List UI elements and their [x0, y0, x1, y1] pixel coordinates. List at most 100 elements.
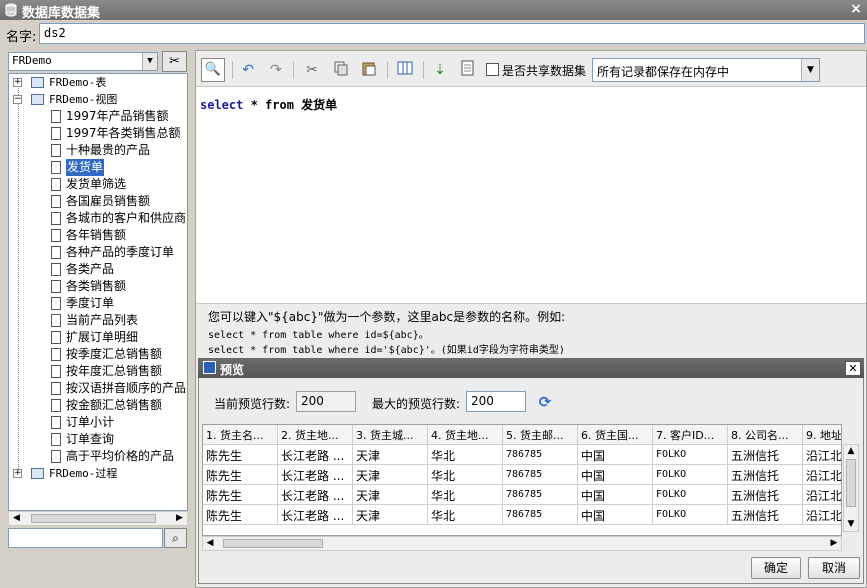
refresh-icon[interactable]: ⟳	[536, 393, 554, 411]
scroll-right-icon[interactable]: ▶	[827, 537, 841, 550]
expand-icon[interactable]: +	[13, 469, 22, 478]
column-header[interactable]: 6. 货主国...	[578, 425, 653, 445]
tree-search-button[interactable]: ⌕	[164, 528, 187, 548]
max-rows-input[interactable]: 200	[466, 391, 526, 412]
scroll-thumb[interactable]	[846, 459, 856, 507]
table-cell[interactable]: 五洲信托	[728, 485, 803, 505]
table-cell[interactable]: 中国	[578, 445, 653, 465]
table-cell[interactable]: 五洲信托	[728, 505, 803, 525]
tree-item[interactable]: 季度订单	[9, 295, 187, 312]
table-cell[interactable]: FOLKO	[653, 445, 728, 465]
paste-icon[interactable]	[359, 60, 379, 80]
scroll-thumb[interactable]	[223, 539, 323, 548]
tree-item[interactable]: + FRDemo-表	[9, 74, 187, 91]
dropdown-arrow-icon[interactable]: ▼	[142, 53, 157, 70]
tree-item[interactable]: 各种产品的季度订单	[9, 244, 187, 261]
column-header[interactable]: 8. 公司名...	[728, 425, 803, 445]
tree-item[interactable]: 发货单筛选	[9, 176, 187, 193]
tree-search-input[interactable]	[8, 528, 163, 548]
table-cell[interactable]: 中国	[578, 485, 653, 505]
table-cell[interactable]: 中国	[578, 465, 653, 485]
preview-button[interactable]: 🔍	[201, 58, 225, 82]
tree-horizontal-scrollbar[interactable]: ◀ ▶	[8, 511, 188, 526]
table-cell[interactable]: 786785	[503, 485, 578, 505]
tree-item[interactable]: 各年销售额	[9, 227, 187, 244]
tree-item[interactable]: 十种最贵的产品	[9, 142, 187, 159]
tree-item[interactable]: 当前产品列表	[9, 312, 187, 329]
tree-item[interactable]: 按金额汇总销售额	[9, 397, 187, 414]
column-header[interactable]: 4. 货主地...	[428, 425, 503, 445]
scroll-up-icon[interactable]: ▲	[844, 445, 858, 458]
scroll-right-icon[interactable]: ▶	[172, 512, 187, 525]
tools-button[interactable]: ✂	[162, 51, 187, 72]
tree-item[interactable]: − FRDemo-视图	[9, 91, 187, 108]
table-cell[interactable]: FOLKO	[653, 465, 728, 485]
table-cell[interactable]: 华北	[428, 465, 503, 485]
database-select[interactable]: FRDemo ▼	[8, 52, 158, 71]
table-cell[interactable]: 天津	[353, 465, 428, 485]
table-cell[interactable]: 786785	[503, 445, 578, 465]
table-horizontal-scrollbar[interactable]: ◀ ▶	[202, 536, 842, 551]
table-cell[interactable]: 长江老路 ...	[278, 485, 353, 505]
dropdown-arrow-icon[interactable]: ▼	[801, 59, 819, 81]
tree-item[interactable]: 按季度汇总销售额	[9, 346, 187, 363]
table-cell[interactable]: 五洲信托	[728, 465, 803, 485]
table-cell[interactable]: 华北	[428, 445, 503, 465]
column-header[interactable]: 7. 客户ID...	[653, 425, 728, 445]
tree-item[interactable]: 各类产品	[9, 261, 187, 278]
tree-item[interactable]: 1997年各类销售总额	[9, 125, 187, 142]
expand-icon[interactable]: +	[13, 78, 22, 87]
tree-item[interactable]: 1997年产品销售额	[9, 108, 187, 125]
column-header[interactable]: 1. 货主名...	[203, 425, 278, 445]
table-cell[interactable]: 长江老路 ...	[278, 465, 353, 485]
tree-item[interactable]: 各城市的客户和供应商	[9, 210, 187, 227]
undo-icon[interactable]: ↶	[238, 60, 258, 80]
table-cell[interactable]: 天津	[353, 485, 428, 505]
tree-item[interactable]: 各国雇员销售额	[9, 193, 187, 210]
close-icon[interactable]: ✕	[845, 361, 861, 376]
document-icon[interactable]	[458, 60, 478, 80]
scroll-left-icon[interactable]: ◀	[203, 537, 217, 550]
tree-item[interactable]: 按汉语拼音顺序的产品列	[9, 380, 187, 397]
table-cell[interactable]: 陈先生	[203, 445, 278, 465]
collapse-icon[interactable]: −	[13, 95, 22, 104]
table-cell[interactable]: 长江老路 ...	[278, 505, 353, 525]
database-tree[interactable]: + FRDemo-表 − FRDemo-视图 1997年产品销售额 1997年各类销售总额…	[8, 73, 188, 511]
tree-item[interactable]: 扩展订单明细	[9, 329, 187, 346]
column-header[interactable]: 2. 货主地...	[278, 425, 353, 445]
table-cell[interactable]: 五洲信托	[728, 445, 803, 465]
scroll-left-icon[interactable]: ◀	[9, 512, 24, 525]
sql-editor[interactable]: select * from 发货单	[196, 86, 866, 304]
tree-item[interactable]: 高于平均价格的产品	[9, 448, 187, 465]
table-cell[interactable]: 陈先生	[203, 485, 278, 505]
table-cell[interactable]: 中国	[578, 505, 653, 525]
table-cell[interactable]: 华北	[428, 485, 503, 505]
preview-table[interactable]: 1. 货主名... 2. 货主地... 3. 货主城... 4. 货主地... 5. 货…	[202, 424, 842, 536]
table-cell[interactable]: 沿江北	[803, 445, 841, 465]
table-cell[interactable]: 天津	[353, 505, 428, 525]
close-window-icon[interactable]: ×	[847, 1, 865, 18]
table-vertical-scrollbar[interactable]: ▲ ▼	[843, 444, 859, 532]
tree-item[interactable]: 发货单	[9, 159, 187, 176]
table-cell[interactable]: 陈先生	[203, 465, 278, 485]
table-cell[interactable]: 786785	[503, 505, 578, 525]
table-cell[interactable]: 长江老路 ...	[278, 445, 353, 465]
tree-item[interactable]: 各类销售额	[9, 278, 187, 295]
scroll-thumb[interactable]	[31, 514, 156, 523]
table-cell[interactable]: FOLKO	[653, 505, 728, 525]
table-cell[interactable]: 天津	[353, 445, 428, 465]
column-header[interactable]: 3. 货主城...	[353, 425, 428, 445]
table-cell[interactable]: 沿江北	[803, 485, 841, 505]
tree-item[interactable]: 订单小计	[9, 414, 187, 431]
cancel-button[interactable]: 取消	[808, 557, 860, 579]
columns-icon[interactable]	[395, 60, 415, 80]
cut-icon[interactable]: ✂	[302, 60, 322, 80]
redo-icon[interactable]: ↷	[266, 60, 286, 80]
tree-item[interactable]: 订单查询	[9, 431, 187, 448]
ok-button[interactable]: 确定	[751, 557, 801, 579]
table-cell[interactable]: 786785	[503, 465, 578, 485]
tree-item[interactable]: + FRDemo-过程	[9, 465, 187, 482]
column-header[interactable]: 5. 货主邮...	[503, 425, 578, 445]
table-cell[interactable]: 沿江北	[803, 465, 841, 485]
scroll-down-icon[interactable]: ▼	[844, 518, 858, 531]
